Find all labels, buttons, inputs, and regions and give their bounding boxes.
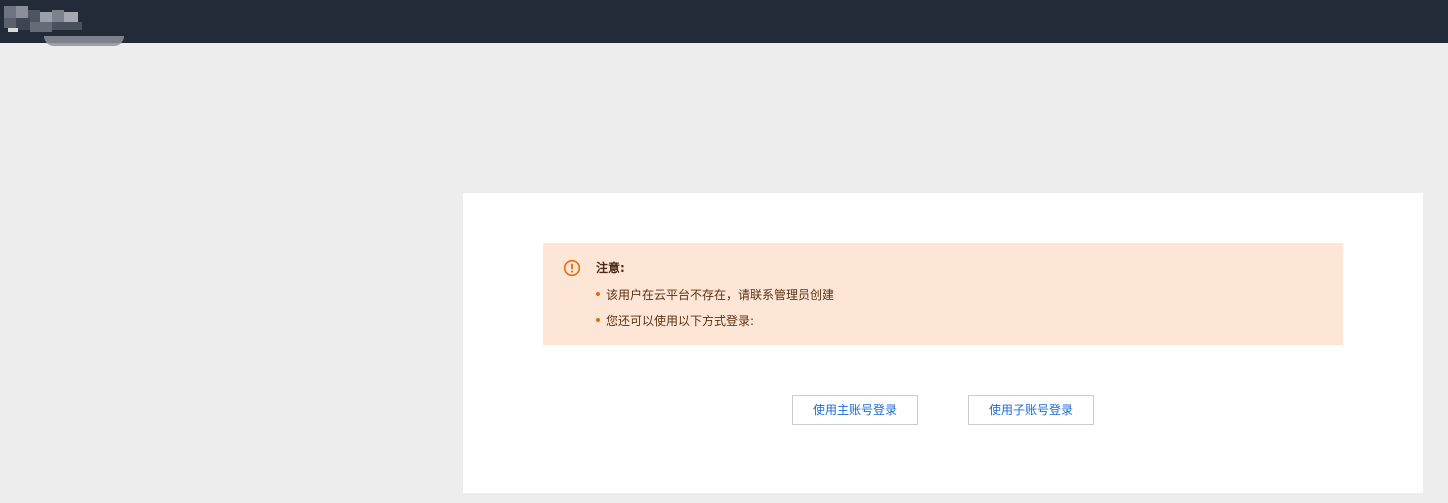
- notice-item-text: 您还可以使用以下方式登录:: [606, 314, 755, 328]
- warning-notice: 注意: 该用户在云平台不存在，请联系管理员创建 您还可以使用以下方式登录:: [543, 243, 1343, 345]
- warning-circle-icon: [563, 259, 581, 277]
- notice-item-user-not-exist: 该用户在云平台不存在，请联系管理员创建: [596, 286, 834, 304]
- login-error-card: 注意: 该用户在云平台不存在，请联系管理员创建 您还可以使用以下方式登录: 使用…: [463, 193, 1423, 493]
- notice-item-text: 该用户在云平台不存在，请联系管理员创建: [606, 288, 835, 302]
- notice-item-alternative-login: 您还可以使用以下方式登录:: [596, 312, 834, 330]
- blurred-logo[interactable]: [4, 6, 124, 48]
- top-navigation-bar: [0, 0, 1448, 46]
- notice-list: 该用户在云平台不存在，请联系管理员创建 您还可以使用以下方式登录:: [596, 286, 834, 338]
- bullet-icon: [596, 292, 600, 296]
- main-account-login-button[interactable]: 使用主账号登录: [792, 395, 918, 425]
- notice-title: 注意:: [596, 261, 625, 275]
- sub-account-login-button[interactable]: 使用子账号登录: [968, 395, 1094, 425]
- bullet-icon: [596, 318, 600, 322]
